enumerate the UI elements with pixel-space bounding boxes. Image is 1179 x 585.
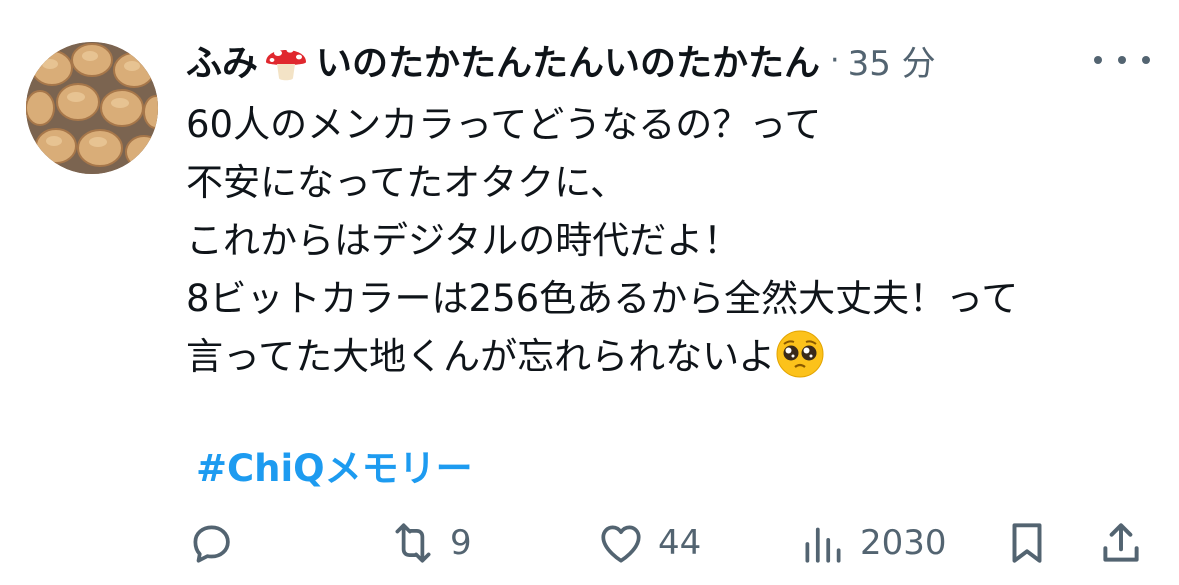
tweet-line: 60人のメンカラってどうなるの？って bbox=[186, 103, 822, 146]
reply-button[interactable] bbox=[186, 514, 248, 572]
like-count: 44 bbox=[658, 523, 702, 563]
tweet-line: これからはデジタルの時代だよ！ bbox=[186, 219, 741, 262]
tweet-line-text: 言ってた大地くんが忘れられないよ bbox=[186, 335, 776, 378]
heart-icon bbox=[601, 525, 641, 563]
display-name-part1: ふみ bbox=[186, 43, 259, 84]
bookmark-icon bbox=[1012, 523, 1042, 563]
retweet-button[interactable]: 9 bbox=[388, 514, 472, 572]
share-button[interactable] bbox=[1096, 514, 1146, 572]
share-icon bbox=[1103, 523, 1139, 562]
action-bar: 9 44 2030 bbox=[186, 514, 1146, 572]
bookmark-button[interactable] bbox=[1002, 514, 1052, 572]
mushroom-icon bbox=[262, 36, 310, 84]
avatar-bread-rolls-image bbox=[26, 42, 158, 174]
views-count: 2030 bbox=[860, 523, 947, 563]
views-icon bbox=[805, 527, 841, 563]
timestamp[interactable]: 35 分 bbox=[848, 36, 936, 85]
like-button[interactable]: 44 bbox=[596, 514, 701, 572]
tweet-header: ふみ いのたかたんたんいのたかたん · 35 分 bbox=[186, 34, 936, 86]
avatar[interactable] bbox=[26, 42, 158, 174]
separator: · bbox=[830, 42, 840, 78]
display-name[interactable]: ふみ いのたかたんたんいのたかたん bbox=[186, 34, 820, 86]
retweet-icon bbox=[395, 523, 431, 563]
tweet-line-last: 言ってた大地くんが忘れられないよ bbox=[186, 328, 1166, 386]
tweet-line: 8ビットカラーは256色あるから全然大丈夫！って bbox=[186, 277, 1019, 320]
tweet-line: 不安になってたオタクに、 bbox=[186, 161, 628, 204]
views-button[interactable]: 2030 bbox=[798, 514, 947, 572]
pleading-face-icon bbox=[775, 329, 825, 379]
tweet-text: 60人のメンカラってどうなるの？って 不安になってたオタクに、 これからはデジタ… bbox=[186, 96, 1166, 386]
hashtag-link[interactable]: #ChiQメモリー bbox=[196, 438, 473, 492]
retweet-count: 9 bbox=[450, 523, 472, 563]
more-icon[interactable] bbox=[1094, 46, 1150, 74]
display-name-part2: いのたかたんたんいのたかたん bbox=[316, 43, 821, 84]
reply-icon bbox=[193, 525, 230, 563]
